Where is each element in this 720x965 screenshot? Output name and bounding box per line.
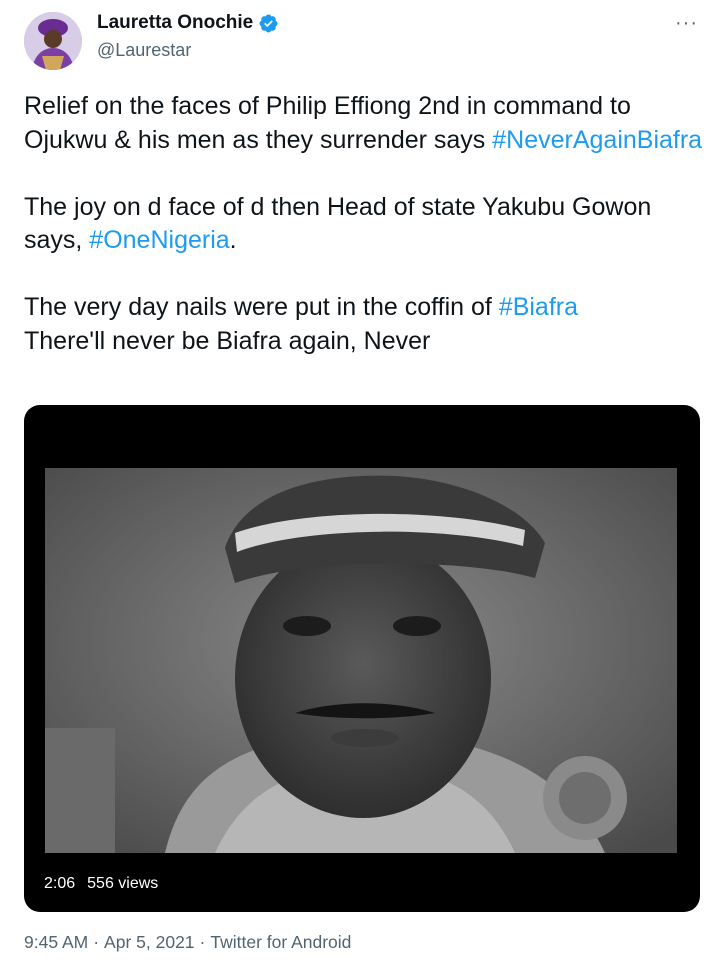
tweet-paragraph: The joy on d face of d then Head of stat… (24, 191, 704, 258)
tweet-source[interactable]: Twitter for Android (210, 932, 351, 952)
hashtag-link[interactable]: #NeverAgainBiafra (492, 126, 702, 154)
profile-photo (24, 12, 82, 70)
tweet-paragraph: Relief on the faces of Philip Effiong 2n… (24, 90, 704, 157)
tweet-date[interactable]: Apr 5, 2021 (104, 932, 194, 952)
video-duration: 2:06 (44, 875, 76, 892)
verified-badge-icon (258, 13, 279, 34)
tweet-metadata: 9:45 AM · Apr 5, 2021 · Twitter for Android (24, 932, 351, 953)
avatar[interactable] (24, 12, 82, 70)
tweet-text: Relief on the faces of Philip Effiong 2n… (24, 90, 704, 358)
more-options-icon[interactable]: ··· (675, 12, 698, 35)
tweet-time[interactable]: 9:45 AM (24, 932, 88, 952)
tweet-paragraph: The very day nails were put in the coffi… (24, 291, 704, 358)
tweet-text-segment: . (229, 226, 237, 254)
separator: · (199, 932, 206, 952)
video-thumbnail (45, 468, 677, 853)
separator: · (93, 932, 100, 952)
tweet-text-segment: There'll never be Biafra again, Never (24, 326, 431, 355)
hashtag-link[interactable]: #Biafra (499, 293, 578, 321)
hashtag-link[interactable]: #OneNigeria (89, 226, 229, 254)
video-player[interactable]: 2:06 556 views (24, 405, 700, 912)
author-handle[interactable]: @Laurestar (97, 40, 191, 61)
tweet-text-segment: The very day nails were put in the coffi… (24, 293, 499, 321)
video-view-count: 556 views (87, 875, 159, 892)
author-display-name[interactable]: Lauretta Onochie (97, 12, 253, 34)
